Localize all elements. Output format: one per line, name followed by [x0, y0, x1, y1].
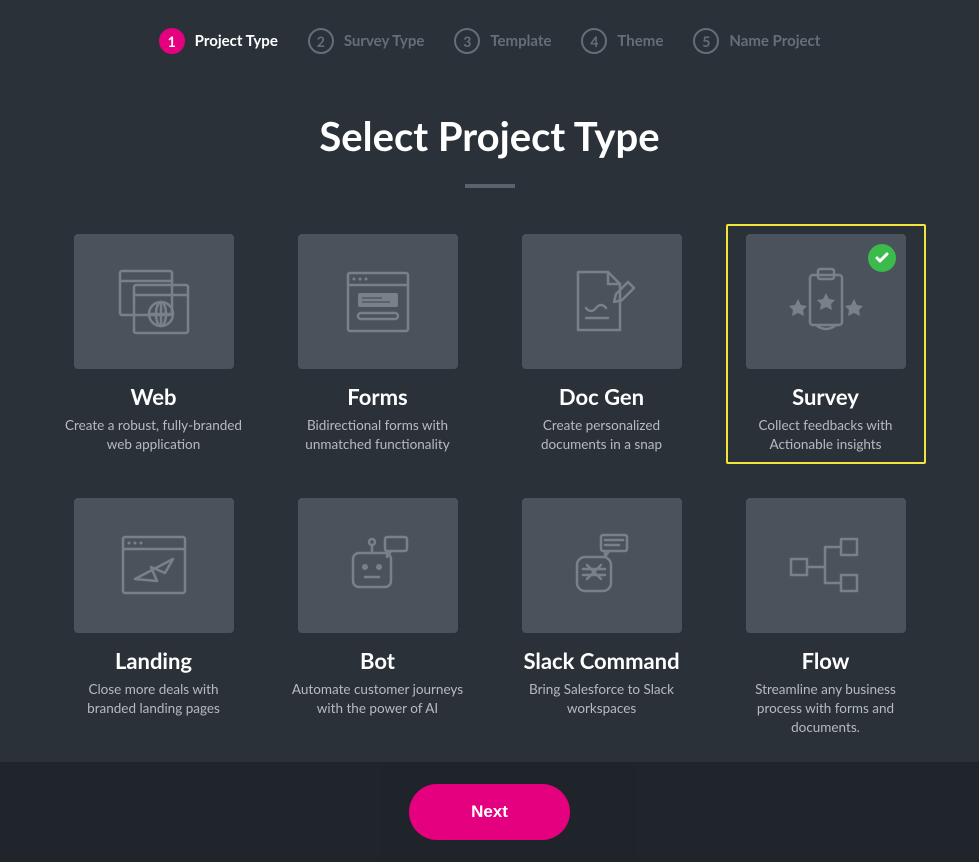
project-type-grid: Web Create a robust, fully-branded web a… [0, 224, 979, 746]
card-desc: Collect feedbacks with Actionable insigh… [736, 416, 916, 454]
card-docgen[interactable]: Doc Gen Create personalized documents in… [502, 224, 702, 464]
card-web[interactable]: Web Create a robust, fully-branded web a… [54, 224, 254, 464]
card-flow[interactable]: Flow Streamline any business process wit… [726, 488, 926, 747]
step-survey-type[interactable]: 2 Survey Type [308, 28, 425, 54]
card-desc: Bring Salesforce to Slack workspaces [512, 680, 692, 718]
forms-icon [298, 234, 458, 369]
step-label: Project Type [195, 32, 278, 50]
card-title: Forms [347, 383, 407, 410]
step-number: 1 [159, 28, 185, 54]
card-bot[interactable]: Bot Automate customer journeys with the … [278, 488, 478, 747]
card-landing[interactable]: Landing Close more deals with branded la… [54, 488, 254, 747]
card-desc: Close more deals with branded landing pa… [64, 680, 244, 718]
card-title: Slack Command [523, 647, 679, 674]
title-divider [465, 184, 515, 188]
step-number: 2 [308, 28, 334, 54]
page-title: Select Project Type [0, 112, 979, 160]
step-number: 3 [454, 28, 480, 54]
card-desc: Bidirectional forms with unmatched funct… [288, 416, 468, 454]
slack-icon [522, 498, 682, 633]
step-label: Template [490, 32, 551, 50]
card-title: Landing [115, 647, 192, 674]
landing-icon [74, 498, 234, 633]
step-label: Theme [617, 32, 663, 50]
card-survey[interactable]: Survey Collect feedbacks with Actionable… [726, 224, 926, 464]
card-desc: Automate customer journeys with the powe… [288, 680, 468, 718]
check-icon [868, 244, 896, 272]
footer-bar: Next [0, 762, 979, 862]
card-forms[interactable]: Forms Bidirectional forms with unmatched… [278, 224, 478, 464]
stepper: 1 Project Type 2 Survey Type 3 Template … [0, 0, 979, 54]
card-desc: Create personalized documents in a snap [512, 416, 692, 454]
card-title: Web [130, 383, 176, 410]
survey-icon [746, 234, 906, 369]
step-template[interactable]: 3 Template [454, 28, 551, 54]
card-title: Flow [802, 647, 850, 674]
card-title: Survey [792, 383, 859, 410]
step-label: Name Project [729, 32, 820, 50]
step-theme[interactable]: 4 Theme [581, 28, 663, 54]
step-project-type[interactable]: 1 Project Type [159, 28, 278, 54]
card-slack[interactable]: Slack Command Bring Salesforce to Slack … [502, 488, 702, 747]
step-number: 5 [693, 28, 719, 54]
bot-icon [298, 498, 458, 633]
step-name-project[interactable]: 5 Name Project [693, 28, 820, 54]
web-icon [74, 234, 234, 369]
next-button[interactable]: Next [409, 784, 570, 840]
flow-icon [746, 498, 906, 633]
docgen-icon [522, 234, 682, 369]
card-title: Doc Gen [559, 383, 644, 410]
card-desc: Create a robust, fully-branded web appli… [64, 416, 244, 454]
card-desc: Streamline any business process with for… [736, 680, 916, 737]
step-label: Survey Type [344, 32, 425, 50]
card-title: Bot [360, 647, 395, 674]
step-number: 4 [581, 28, 607, 54]
